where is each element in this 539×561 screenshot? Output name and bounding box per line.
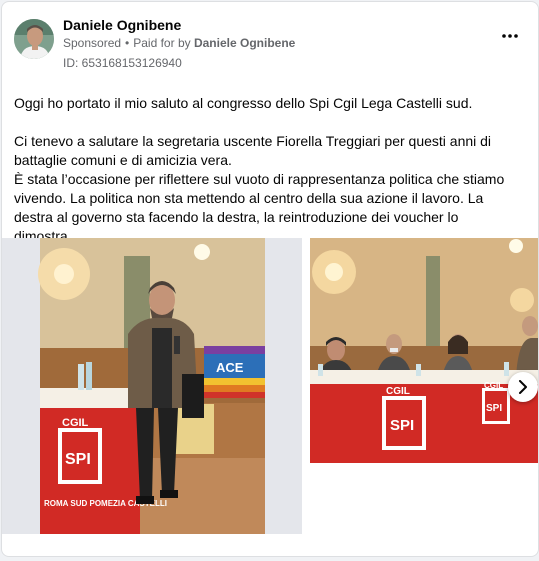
- carousel-next-button[interactable]: [508, 372, 538, 402]
- post-body: Oggi ho portato il mio saluto al congres…: [14, 94, 524, 246]
- separator-dot: •: [125, 36, 130, 50]
- slide2-logo-text: SPI: [390, 417, 414, 434]
- speaker-photo: ACE CGIL SPI ROMA SUD POMEZIA CASTELLI: [2, 238, 302, 534]
- slide1-logo-top: CGIL: [62, 417, 89, 429]
- panel-photo: CGIL SPI CGIL SPI: [310, 238, 538, 463]
- carousel-slide-2[interactable]: CGIL SPI CGIL SPI: [310, 238, 538, 463]
- peace-banner-text: ACE: [216, 360, 244, 375]
- post-paragraph-2: Ci tenevo a salutare la segretaria uscen…: [14, 133, 505, 244]
- sponsored-label[interactable]: Sponsored: [63, 36, 121, 50]
- paid-for-prefix: Paid for by: [133, 36, 191, 50]
- sponsored-line: Sponsored • Paid for by Daniele Ognibene: [63, 36, 295, 50]
- paid-for-by-name: Daniele Ognibene: [193, 36, 296, 50]
- chevron-right-icon: [519, 380, 527, 394]
- post-paragraph-1: Oggi ho portato il mio saluto al congres…: [14, 95, 473, 111]
- slide1-logo-text: SPI: [65, 451, 91, 468]
- carousel-slide-1[interactable]: ACE CGIL SPI ROMA SUD POMEZIA CASTELLI: [2, 238, 302, 534]
- photo-carousel: ACE CGIL SPI ROMA SUD POMEZIA CASTELLI C…: [2, 238, 538, 538]
- slide2-logo-top-b: CGIL: [484, 381, 503, 390]
- slide2-logo-text-b: SPI: [486, 403, 502, 414]
- slide2-logo-top: CGIL: [386, 386, 410, 397]
- author-avatar[interactable]: [14, 19, 54, 59]
- author-name[interactable]: Daniele Ognibene: [63, 17, 181, 33]
- ad-id: ID: 653168153126940: [63, 56, 182, 70]
- avatar-image: [14, 19, 54, 59]
- sponsored-post-card: Daniele Ognibene Sponsored • Paid for by D…: [1, 1, 539, 557]
- more-icon: [502, 34, 518, 38]
- more-options-button[interactable]: [502, 30, 518, 40]
